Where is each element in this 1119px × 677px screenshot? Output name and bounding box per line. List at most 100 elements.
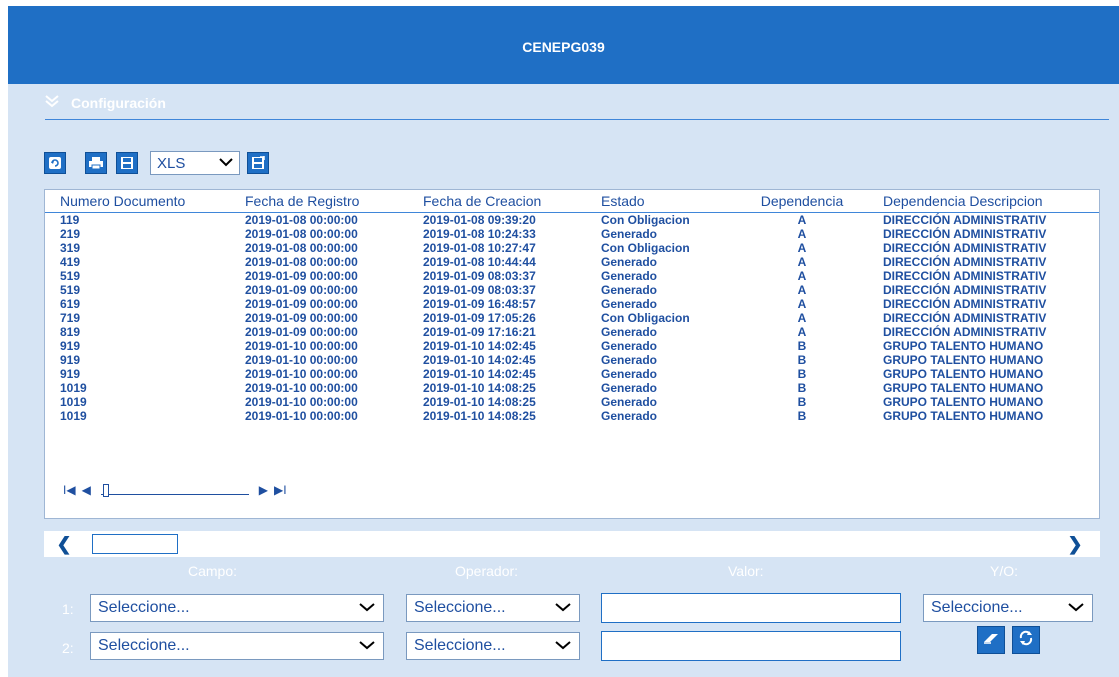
- campo-select-1[interactable]: Seleccione...: [90, 594, 384, 622]
- campo-select-value: Seleccione...: [98, 599, 190, 616]
- eraser-icon: [982, 631, 1000, 650]
- configuration-toggle[interactable]: Configuración: [45, 94, 166, 112]
- table-cell: GRUPO TALENTO HUMANO: [883, 353, 1044, 367]
- horizontal-scrollbar[interactable]: ❮ ❯: [44, 531, 1100, 557]
- table-cell: GRUPO TALENTO HUMANO: [883, 381, 1044, 395]
- chevron-down-icon: [359, 599, 375, 617]
- toolbar: XLS: [44, 151, 278, 175]
- table-cell: 1019: [60, 409, 87, 423]
- table-row[interactable]: 119 2019-01-08 00:00:00 2019-01-08 09:39:2…: [45, 213, 1099, 228]
- table-cell: Con Obligacion: [601, 241, 690, 255]
- table-cell: 2019-01-09 08:03:37: [423, 269, 536, 283]
- table-cell: 119: [60, 213, 80, 227]
- table-cell: Generado: [601, 381, 658, 395]
- column-header[interactable]: Fecha de Registro: [230, 190, 408, 213]
- print-button[interactable]: [85, 152, 107, 174]
- table-row[interactable]: 919 2019-01-10 00:00:00 2019-01-10 14:02:4…: [45, 353, 1099, 367]
- save-button[interactable]: [116, 152, 138, 174]
- operador-select-2[interactable]: Seleccione...: [406, 632, 580, 660]
- column-header[interactable]: Estado: [586, 190, 736, 213]
- table-cell: B: [797, 409, 807, 423]
- table-cell: DIRECCIÓN ADMINISTRATIV: [883, 297, 1047, 311]
- operador-select-1[interactable]: Seleccione...: [406, 594, 580, 622]
- refresh-button[interactable]: [44, 152, 66, 174]
- table-row[interactable]: 719 2019-01-09 00:00:00 2019-01-09 17:05:2…: [45, 311, 1099, 325]
- valor-input-1[interactable]: [601, 593, 901, 623]
- slider-thumb[interactable]: [102, 483, 109, 497]
- table-cell: DIRECCIÓN ADMINISTRATIV: [883, 325, 1047, 339]
- table-cell: 2019-01-08 10:27:47: [423, 241, 536, 255]
- previous-page-button[interactable]: ◀: [82, 483, 91, 497]
- table-cell: 2019-01-10 14:08:25: [423, 381, 536, 395]
- table-cell: DIRECCIÓN ADMINISTRATIV: [883, 311, 1047, 325]
- column-header[interactable]: Dependencia: [736, 190, 868, 213]
- section-title: Configuración: [71, 95, 166, 111]
- table-cell: DIRECCIÓN ADMINISTRATIV: [883, 269, 1047, 283]
- yo-select-1[interactable]: Seleccione...: [923, 594, 1093, 622]
- table-cell: GRUPO TALENTO HUMANO: [883, 409, 1044, 423]
- table-row[interactable]: 1019 2019-01-10 00:00:00 2019-01-10 14:08:…: [45, 381, 1099, 395]
- table-cell: 2019-01-08 00:00:00: [245, 213, 358, 227]
- campo-select-value: Seleccione...: [98, 637, 190, 654]
- table-row[interactable]: 819 2019-01-09 00:00:00 2019-01-09 17:16:2…: [45, 325, 1099, 339]
- chevron-down-icon: [219, 154, 233, 172]
- clear-filter-button[interactable]: [977, 626, 1005, 654]
- apply-filter-button[interactable]: [1012, 626, 1040, 654]
- filter-row-index: 1:: [62, 601, 74, 617]
- scroll-left-button[interactable]: ❮: [44, 534, 84, 554]
- filter-header-valor: Valor:: [728, 563, 764, 579]
- table-row[interactable]: 1019 2019-01-10 00:00:00 2019-01-10 14:08:…: [45, 409, 1099, 423]
- first-page-button[interactable]: I◀: [63, 483, 76, 497]
- chevron-down-icon: [555, 637, 571, 655]
- column-header[interactable]: Dependencia Descripcion: [868, 190, 1099, 213]
- table-cell: 319: [60, 241, 81, 255]
- valor-input-2[interactable]: [601, 631, 901, 661]
- table-row[interactable]: 219 2019-01-08 00:00:00 2019-01-08 10:24:3…: [45, 227, 1099, 241]
- table-cell: 2019-01-10 14:02:45: [423, 339, 536, 353]
- table-cell: 2019-01-08 10:24:33: [423, 227, 536, 241]
- filter-header-operador: Operador:: [455, 563, 519, 579]
- page-slider[interactable]: [100, 483, 249, 497]
- table-row[interactable]: 519 2019-01-09 00:00:00 2019-01-09 08:03:3…: [45, 269, 1099, 283]
- table-cell: 519: [60, 283, 81, 297]
- table-cell: DIRECCIÓN ADMINISTRATIV: [883, 255, 1047, 269]
- table-cell: 419: [60, 255, 81, 269]
- table-cell: Con Obligacion: [601, 213, 690, 227]
- table-cell: Generado: [601, 283, 658, 297]
- table-row[interactable]: 319 2019-01-08 00:00:00 2019-01-08 10:27:4…: [45, 241, 1099, 255]
- table-row[interactable]: 619 2019-01-09 00:00:00 2019-01-09 16:48:5…: [45, 297, 1099, 311]
- export-icon: [251, 156, 265, 170]
- table-cell: A: [797, 241, 807, 255]
- campo-select-2[interactable]: Seleccione...: [90, 632, 384, 660]
- table-cell: 1019: [60, 381, 87, 395]
- table-cell: DIRECCIÓN ADMINISTRATIV: [883, 227, 1047, 241]
- table-cell: A: [797, 255, 807, 269]
- results-grid: Numero Documento Fecha de Registro Fecha…: [44, 189, 1100, 519]
- operador-select-value: Seleccione...: [414, 599, 506, 616]
- table-cell: 2019-01-10 00:00:00: [245, 409, 358, 423]
- column-header[interactable]: Fecha de Creacion: [408, 190, 586, 213]
- table-cell: 2019-01-09 00:00:00: [245, 283, 358, 297]
- table-cell: 2019-01-08 10:44:44: [423, 255, 536, 269]
- scrollbar-thumb[interactable]: [92, 534, 178, 554]
- export-format-select[interactable]: XLS: [150, 151, 240, 175]
- table-row[interactable]: 519 2019-01-09 00:00:00 2019-01-09 08:03:3…: [45, 283, 1099, 297]
- last-page-button[interactable]: ▶I: [274, 483, 287, 497]
- table-cell: 219: [60, 227, 81, 241]
- next-page-button[interactable]: ▶: [259, 483, 268, 497]
- table-cell: A: [797, 227, 807, 241]
- table-row[interactable]: 919 2019-01-10 00:00:00 2019-01-10 14:02:4…: [45, 367, 1099, 381]
- table-cell: 819: [60, 325, 81, 339]
- scroll-right-button[interactable]: ❯: [1060, 534, 1090, 554]
- column-header[interactable]: Numero Documento: [45, 190, 230, 213]
- table-cell: GRUPO TALENTO HUMANO: [883, 395, 1044, 409]
- table-row[interactable]: 919 2019-01-10 00:00:00 2019-01-10 14:02:4…: [45, 339, 1099, 353]
- table-cell: A: [797, 297, 807, 311]
- export-button[interactable]: [247, 152, 269, 174]
- table-cell: 2019-01-08 00:00:00: [245, 241, 358, 255]
- table-row[interactable]: 1019 2019-01-10 00:00:00 2019-01-10 14:08:…: [45, 395, 1099, 409]
- table-cell: 2019-01-09 00:00:00: [245, 311, 358, 325]
- table-row[interactable]: 419 2019-01-08 00:00:00 2019-01-08 10:44:4…: [45, 255, 1099, 269]
- table-cell: 2019-01-10 14:02:45: [423, 353, 536, 367]
- table-cell: 2019-01-09 08:03:37: [423, 283, 536, 297]
